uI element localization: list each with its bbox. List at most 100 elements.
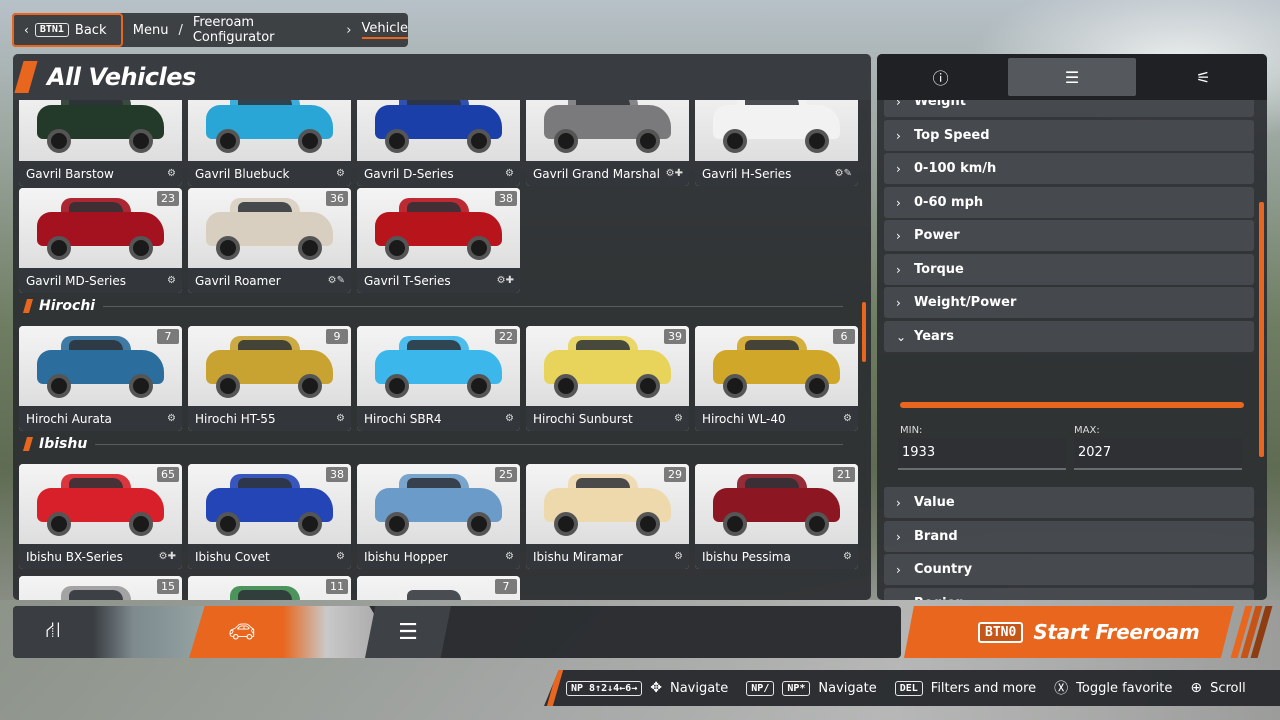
vehicle-name: Hirochi Aurata bbox=[26, 411, 112, 426]
filter-region[interactable]: › Region bbox=[884, 588, 1254, 600]
config-count-badge: 11 bbox=[326, 579, 348, 594]
x-button-icon: Ⓧ bbox=[1054, 681, 1069, 697]
vehicle-card-footer: Gavril H-Series ⚙✎ bbox=[695, 161, 858, 186]
config-icon: ⚙ bbox=[505, 413, 514, 424]
filter-0-60-mph[interactable]: › 0-60 mph bbox=[884, 187, 1254, 218]
filter-0-100-km-h[interactable]: › 0-100 km/h bbox=[884, 153, 1254, 184]
bottom-nav: ⛙ 🚗︎ ☰ bbox=[13, 606, 901, 658]
vehicle-card[interactable]: 15 bbox=[19, 576, 182, 600]
crumb-vehicle[interactable]: Vehicle bbox=[361, 21, 408, 39]
tab-settings[interactable]: ⚟ bbox=[1140, 54, 1267, 100]
back-button[interactable]: ‹ BTN1 Back bbox=[12, 13, 123, 47]
vehicle-card[interactable]: Gavril Roamer ⚙✎ 36 bbox=[188, 188, 351, 293]
config-icon: ⚙ bbox=[505, 551, 514, 562]
vehicle-card[interactable]: Gavril H-Series ⚙✎ bbox=[695, 100, 858, 186]
vehicle-thumbnail bbox=[19, 100, 182, 161]
chevron-right-icon: › bbox=[896, 100, 901, 109]
vehicle-card[interactable]: Ibishu Miramar ⚙ 29 bbox=[526, 464, 689, 569]
config-icon: ⚙ bbox=[674, 551, 683, 562]
filter-weight-power[interactable]: › Weight/Power bbox=[884, 287, 1254, 318]
accent-slash bbox=[14, 61, 38, 93]
scrollbar[interactable] bbox=[862, 302, 866, 362]
filter-label: Top Speed bbox=[914, 128, 990, 143]
chevron-right-icon: › bbox=[896, 597, 904, 601]
vehicle-name: Gavril H-Series bbox=[702, 166, 792, 181]
car-icon: 🚗︎ bbox=[228, 619, 256, 645]
vehicle-card[interactable]: Ibishu Hopper ⚙ 25 bbox=[357, 464, 520, 569]
vehicle-card-footer: Ibishu BX-Series ⚙✚ bbox=[19, 544, 182, 569]
vehicle-card[interactable]: 7 bbox=[357, 576, 520, 600]
filter-brand[interactable]: › Brand bbox=[884, 521, 1254, 552]
filter-torque[interactable]: › Torque bbox=[884, 254, 1254, 285]
config-count-badge: 6 bbox=[833, 329, 855, 344]
tab-filters[interactable]: ☰ bbox=[1008, 58, 1136, 96]
sliders-icon: ☰ bbox=[398, 619, 418, 645]
vehicle-card-footer: Hirochi SBR4 ⚙ bbox=[357, 406, 520, 431]
vehicle-card[interactable]: Gavril T-Series ⚙✚ 38 bbox=[357, 188, 520, 293]
vehicle-card[interactable]: Ibishu Covet ⚙ 38 bbox=[188, 464, 351, 569]
filter-label: Years bbox=[914, 329, 954, 344]
filter-top-speed[interactable]: › Top Speed bbox=[884, 120, 1254, 151]
filter-weight[interactable]: › Weight bbox=[884, 100, 1254, 117]
vehicle-card[interactable]: Ibishu BX-Series ⚙✚ 65 bbox=[19, 464, 182, 569]
vehicle-name: Ibishu Covet bbox=[195, 549, 270, 564]
years-max-input[interactable]: 2027 bbox=[1074, 438, 1242, 470]
crumb-freeroam-configurator[interactable]: Freeroam Configurator bbox=[193, 15, 336, 45]
vehicle-card[interactable]: Gavril Bluebuck ⚙ bbox=[188, 100, 351, 186]
config-count-badge: 15 bbox=[157, 579, 179, 594]
vehicle-card-footer: Gavril Roamer ⚙✎ bbox=[188, 268, 351, 293]
filter-icon: ☰ bbox=[1064, 67, 1080, 87]
vehicle-card-footer: Gavril Grand Marshal ⚙✚ bbox=[526, 161, 689, 186]
vehicle-card[interactable]: Hirochi Aurata ⚙ 7 bbox=[19, 326, 182, 431]
scrollbar[interactable] bbox=[1259, 202, 1264, 457]
vehicle-card[interactable]: Hirochi WL-40 ⚙ 6 bbox=[695, 326, 858, 431]
vehicle-thumbnail bbox=[357, 100, 520, 161]
vehicle-card-footer: Ibishu Covet ⚙ bbox=[188, 544, 351, 569]
vehicle-card[interactable]: Hirochi Sunburst ⚙ 39 bbox=[526, 326, 689, 431]
start-freeroam-button[interactable]: BTN0 Start Freeroam bbox=[904, 606, 1273, 658]
filter-label: Weight bbox=[914, 100, 966, 109]
vehicle-card[interactable]: Gavril Barstow ⚙ bbox=[19, 100, 182, 186]
vehicle-card[interactable]: Hirochi SBR4 ⚙ 22 bbox=[357, 326, 520, 431]
vehicle-card[interactable]: Gavril D-Series ⚙ bbox=[357, 100, 520, 186]
section-header-ibishu: Ibishu bbox=[13, 432, 863, 456]
crumb-menu[interactable]: Menu bbox=[133, 23, 169, 38]
config-count-badge: 38 bbox=[495, 191, 517, 206]
filter-years[interactable]: ⌄ Years bbox=[884, 321, 1254, 352]
vehicle-name: Ibishu Hopper bbox=[364, 549, 448, 564]
filter-value[interactable]: › Value bbox=[884, 487, 1254, 518]
settings-button[interactable]: ☰ bbox=[365, 606, 451, 658]
breadcrumb: ‹ BTN1 Back Menu / Freeroam Configurator… bbox=[12, 13, 408, 47]
dpad-icon: ✥ bbox=[650, 680, 662, 696]
filter-list[interactable]: MIN: MAX: 1933 2027 › Weight › Top Speed › 0-… bbox=[884, 100, 1254, 600]
chevron-right-icon: › bbox=[896, 228, 901, 243]
filter-power[interactable]: › Power bbox=[884, 220, 1254, 251]
vehicle-grid[interactable]: Hirochi Ibishu Gavril Barstow ⚙ Gavril Blu… bbox=[13, 100, 871, 600]
vehicle-card-footer: Ibishu Miramar ⚙ bbox=[526, 544, 689, 569]
stick-icon: ⊕ bbox=[1190, 680, 1203, 696]
chevron-right-icon: › bbox=[896, 295, 901, 310]
tab-info[interactable]: ⓘ bbox=[877, 54, 1004, 100]
panel-header: All Vehicles bbox=[13, 54, 871, 100]
vehicle-card[interactable]: Hirochi HT-55 ⚙ 9 bbox=[188, 326, 351, 431]
vehicle-card[interactable]: Gavril MD-Series ⚙ 23 bbox=[19, 188, 182, 293]
years-range-bar[interactable] bbox=[900, 402, 1244, 408]
vehicle-name: Gavril D-Series bbox=[364, 166, 454, 181]
years-min-input[interactable]: 1933 bbox=[898, 438, 1066, 470]
chevron-right-icon: › bbox=[896, 128, 901, 143]
vehicle-card-footer: Hirochi WL-40 ⚙ bbox=[695, 406, 858, 431]
hint-label: Navigate bbox=[669, 680, 729, 696]
vehicle-card[interactable]: Ibishu Pessima ⚙ 21 bbox=[695, 464, 858, 569]
vehicle-name: Ibishu BX-Series bbox=[26, 549, 123, 564]
filter-label: 0-100 km/h bbox=[914, 161, 997, 176]
filter-label: 0-60 mph bbox=[914, 195, 984, 210]
vehicle-name: Gavril MD-Series bbox=[26, 273, 126, 288]
hint-label: Toggle favorite bbox=[1076, 680, 1173, 696]
vehicle-card[interactable]: 11 bbox=[188, 576, 351, 600]
filter-country[interactable]: › Country bbox=[884, 554, 1254, 585]
config-icon: ⚙ bbox=[167, 168, 176, 179]
vehicle-card[interactable]: Gavril Grand Marshal ⚙✚ bbox=[526, 100, 689, 186]
level-select-button[interactable]: ⛙ bbox=[13, 606, 213, 658]
vehicle-select-button[interactable]: 🚗︎ bbox=[189, 606, 385, 658]
config-icon: ⚙✎ bbox=[327, 275, 345, 286]
